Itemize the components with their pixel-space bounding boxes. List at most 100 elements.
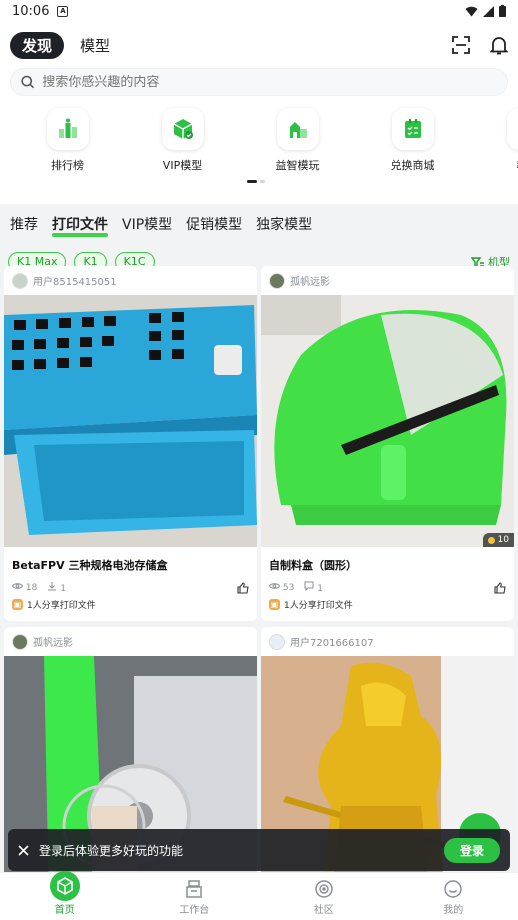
close-icon[interactable] xyxy=(18,844,29,856)
login-prompt-text: 登录后体验更多好玩的功能 xyxy=(39,843,184,858)
status-bar: 10:06 A xyxy=(0,0,518,22)
avatar xyxy=(269,633,285,650)
quick-label: 排行榜 xyxy=(51,159,84,172)
nav-label: 社区 xyxy=(313,905,334,916)
signal-icon xyxy=(483,5,494,17)
model-card[interactable]: 用户8515415051 BetaFPV 三种规格电池存储盒 18 1 ▣ 1人… xyxy=(4,266,257,621)
tab-discover[interactable]: 发现 xyxy=(10,31,65,59)
profile-icon xyxy=(444,880,462,898)
feed-column-left: 用户8515415051 BetaFPV 三种规格电池存储盒 18 1 ▣ 1人… xyxy=(4,266,257,908)
shop-icon xyxy=(391,108,434,150)
avatar xyxy=(12,633,28,650)
quick-item-shop[interactable]: 兑换商城 xyxy=(355,108,470,204)
quick-label: 益智模玩 xyxy=(275,159,320,172)
tab-recommend[interactable]: 推荐 xyxy=(10,214,38,234)
top-icons xyxy=(452,36,508,55)
card-author: 用户8515415051 xyxy=(4,266,257,295)
avatar xyxy=(269,272,285,289)
search-wrapper xyxy=(0,68,518,104)
battery-icon xyxy=(499,5,506,17)
tab-models[interactable]: 模型 xyxy=(80,35,110,56)
tab-promo-models[interactable]: 促销模型 xyxy=(186,214,242,234)
avatar xyxy=(12,272,28,289)
share-text: 1人分享打印文件 xyxy=(284,601,353,611)
quick-entries: 排行榜 VIP模型 益智模玩 兑换商城 教育 xyxy=(0,104,518,204)
like-icon[interactable] xyxy=(237,581,249,594)
card-image-battery-box[interactable] xyxy=(4,295,257,547)
favorite-count-badge: 10 xyxy=(482,533,514,547)
home-icon xyxy=(49,871,80,901)
card-title: 自制料盒（圆形） xyxy=(269,559,357,572)
card-stats: 53 1 xyxy=(261,577,514,594)
author-name: 孤帆远影 xyxy=(33,638,73,649)
comment-icon xyxy=(304,581,314,592)
nav-item-workbench[interactable]: 工作台 xyxy=(130,873,260,920)
community-icon xyxy=(315,880,333,898)
views-stat: 53 xyxy=(268,582,295,593)
nav-label: 我的 xyxy=(443,905,464,916)
card-share: ▣ 1人分享打印文件 xyxy=(261,594,514,621)
card-author: 孤帆远影 xyxy=(4,627,257,656)
nav-item-home[interactable]: 首页 xyxy=(0,871,130,920)
author-name: 用户8515415051 xyxy=(33,277,117,288)
share-file-icon: ▣ xyxy=(269,599,280,610)
model-card[interactable]: 孤帆远影 10 自制料盒（圆形） 53 1 ▣ 1人分享打印文件 xyxy=(261,266,514,621)
vip-cube-icon xyxy=(161,108,204,150)
nav-item-community[interactable]: 社区 xyxy=(259,873,389,920)
quick-item-vip-models[interactable]: VIP模型 xyxy=(125,108,240,204)
eye-icon xyxy=(11,583,24,589)
nav-item-mine[interactable]: 我的 xyxy=(389,873,518,920)
views-stat: 18 xyxy=(11,582,38,593)
status-time: 10:06 xyxy=(12,3,50,19)
card-stats: 18 1 xyxy=(4,577,257,594)
quick-label: VIP模型 xyxy=(162,159,203,172)
search-icon xyxy=(21,75,34,89)
author-name: 用户7201666107 xyxy=(290,638,374,649)
comments-stat: 1 xyxy=(304,581,323,594)
author-name: 孤帆远影 xyxy=(290,277,330,288)
downloads-count: 1 xyxy=(60,584,66,594)
scan-icon[interactable] xyxy=(452,36,470,54)
card-author: 用户7201666107 xyxy=(261,627,514,656)
search-box[interactable] xyxy=(10,68,508,96)
eye-icon xyxy=(268,583,281,589)
bell-icon[interactable] xyxy=(490,36,508,55)
notification-a-icon: A xyxy=(57,5,69,17)
status-icons xyxy=(465,5,506,17)
quick-pager xyxy=(247,180,265,183)
tab-vip-models[interactable]: VIP模型 xyxy=(122,214,172,234)
category-tabs: 推荐 打印文件 VIP模型 促销模型 独家模型 xyxy=(0,204,518,244)
quick-item-education[interactable]: 教育 xyxy=(470,108,518,204)
card-image-filament-box[interactable]: 10 xyxy=(261,295,514,547)
bottom-nav: 首页 工作台 社区 我的 xyxy=(0,871,518,920)
education-icon xyxy=(506,108,518,150)
tab-exclusive-models[interactable]: 独家模型 xyxy=(256,214,312,234)
nav-label: 工作台 xyxy=(179,905,210,916)
comments-count: 1 xyxy=(317,584,323,594)
workbench-icon xyxy=(186,880,202,898)
downloads-stat: 1 xyxy=(47,581,66,594)
coin-icon xyxy=(487,536,495,544)
badge-count-value: 10 xyxy=(497,535,509,545)
download-icon xyxy=(48,582,57,591)
wifi-icon xyxy=(465,6,478,16)
quick-label: 兑换商城 xyxy=(390,159,435,172)
views-count: 53 xyxy=(282,583,295,593)
login-prompt-bar: 登录后体验更多好玩的功能 登录 xyxy=(8,829,510,871)
feed-column-right: 孤帆远影 10 自制料盒（圆形） 53 1 ▣ 1人分享打印文件 用户72016… xyxy=(261,266,514,908)
puzzle-icon xyxy=(276,108,319,150)
card-author: 孤帆远影 xyxy=(261,266,514,295)
search-input[interactable] xyxy=(42,74,497,90)
card-title: BetaFPV 三种规格电池存储盒 xyxy=(12,559,168,572)
quick-item-ranking[interactable]: 排行榜 xyxy=(10,108,125,204)
nav-label: 首页 xyxy=(54,905,75,916)
share-text: 1人分享打印文件 xyxy=(27,601,96,611)
tab-print-files[interactable]: 打印文件 xyxy=(52,214,108,237)
login-button[interactable]: 登录 xyxy=(443,837,500,863)
quick-item-puzzle[interactable]: 益智模玩 xyxy=(240,108,355,204)
views-count: 18 xyxy=(25,583,38,593)
feed: 用户8515415051 BetaFPV 三种规格电池存储盒 18 1 ▣ 1人… xyxy=(0,266,518,908)
card-share: ▣ 1人分享打印文件 xyxy=(4,594,257,621)
top-bar: 发现 模型 xyxy=(0,22,518,68)
like-icon[interactable] xyxy=(494,581,506,594)
